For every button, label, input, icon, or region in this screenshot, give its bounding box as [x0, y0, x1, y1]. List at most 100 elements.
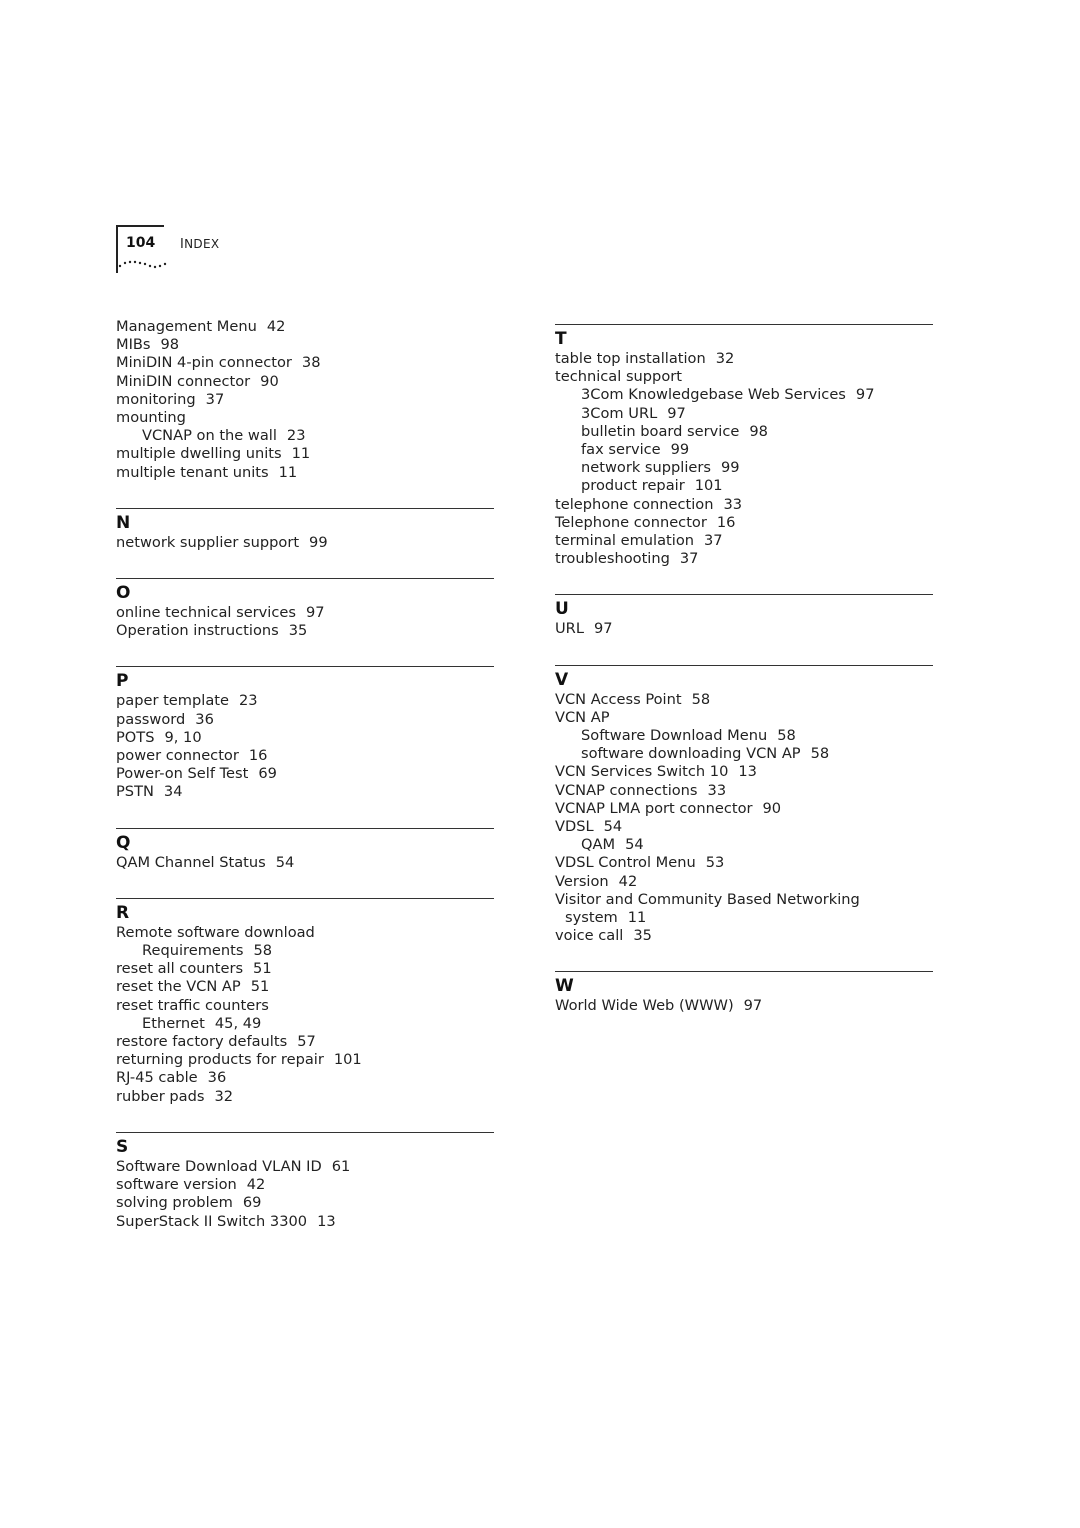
entry-page-reference[interactable]: 36 — [208, 1069, 227, 1086]
entry-page-reference[interactable]: 97 — [856, 386, 875, 403]
entry-page-reference[interactable]: 99 — [721, 459, 740, 476]
index-entry: MIBs 98 — [116, 336, 494, 354]
entry-page-reference[interactable]: 90 — [763, 800, 782, 817]
entry-page-reference[interactable]: 54 — [604, 818, 623, 835]
section-divider — [116, 507, 494, 509]
entry-page-reference[interactable]: 37 — [680, 550, 699, 567]
entry-page-reference[interactable]: 90 — [260, 373, 279, 390]
entry-page-reference[interactable]: 58 — [777, 727, 796, 744]
entry-page-reference[interactable]: 37 — [704, 532, 723, 549]
entry-term: returning products for repair — [116, 1051, 324, 1069]
entry-page-reference[interactable]: 16 — [249, 747, 268, 764]
entry-term: voice call — [555, 927, 624, 945]
entry-page-reference[interactable]: 37 — [206, 391, 225, 408]
section-letter: W — [555, 976, 574, 997]
entry-page-reference[interactable]: 54 — [276, 854, 295, 871]
entry-page-reference[interactable]: 99 — [309, 534, 328, 551]
entry-page-reference[interactable]: 99 — [671, 441, 690, 458]
entry-page-reference[interactable]: 58 — [811, 745, 830, 762]
entry-page-reference[interactable]: 32 — [716, 350, 735, 367]
index-entry: terminal emulation 37 — [555, 532, 933, 550]
index-entry: Version 42 — [555, 873, 933, 891]
entry-page-reference[interactable]: 36 — [195, 711, 214, 728]
entry-page-reference[interactable]: 101 — [695, 477, 723, 494]
entry-page-reference[interactable]: 13 — [317, 1213, 336, 1230]
entry-term: software version — [116, 1176, 237, 1194]
entry-term: World Wide Web (WWW) — [555, 997, 734, 1015]
entry-term: QAM — [581, 836, 616, 854]
index-subentry: VCNAP on the wall 23 — [116, 427, 494, 445]
index-entry: Visitor and Community Based Networking — [555, 891, 933, 909]
entry-page-reference[interactable]: 38 — [302, 354, 321, 371]
entry-page-reference[interactable]: 54 — [625, 836, 644, 853]
index-section-q: Q QAM Channel Status 54 — [116, 827, 494, 872]
index-entry: VCN Services Switch 10 13 — [555, 763, 933, 781]
entry-term: MiniDIN 4-pin connector — [116, 354, 292, 372]
section-divider — [116, 666, 494, 668]
entry-page-reference[interactable]: 98 — [749, 423, 768, 440]
entry-page-reference[interactable]: 23 — [287, 427, 306, 444]
index-entry: QAM Channel Status 54 — [116, 854, 494, 872]
entry-page-reference[interactable]: 51 — [253, 960, 272, 977]
section-divider — [116, 1131, 494, 1133]
entry-term: Management Menu — [116, 318, 257, 335]
entry-page-reference[interactable]: 57 — [297, 1033, 316, 1050]
index-entry: World Wide Web (WWW) 97 — [555, 997, 933, 1015]
entry-page-reference[interactable]: 97 — [306, 604, 325, 621]
entry-page-reference[interactable]: 9, 10 — [164, 729, 201, 746]
entry-page-reference[interactable]: 11 — [628, 909, 647, 926]
index-subentry: Requirements 58 — [116, 942, 494, 960]
entry-page-reference[interactable]: 42 — [619, 873, 638, 890]
index-entry: mounting — [116, 409, 494, 427]
index-subentry: 3Com Knowledgebase Web Services 97 — [555, 386, 933, 404]
index-entry: POTS 9, 10 — [116, 729, 494, 747]
index-subentry: Ethernet 45, 49 — [116, 1015, 494, 1033]
entry-page-reference[interactable]: 98 — [161, 336, 180, 353]
entry-page-reference[interactable]: 53 — [706, 854, 725, 871]
entry-page-reference[interactable]: 45, 49 — [215, 1015, 261, 1032]
section-letter: U — [555, 599, 569, 620]
entry-page-reference[interactable]: 69 — [243, 1194, 262, 1211]
index-entry: paper template 23 — [116, 692, 494, 710]
entry-page-reference[interactable]: 97 — [667, 405, 686, 422]
entry-term: 3Com Knowledgebase Web Services — [581, 386, 846, 404]
entry-page-reference[interactable]: 42 — [247, 1176, 266, 1193]
entry-page-reference[interactable]: 13 — [738, 763, 757, 780]
entry-page-reference[interactable]: 42 — [267, 318, 286, 335]
entry-page-reference[interactable]: 35 — [289, 622, 308, 639]
entry-page-reference[interactable]: 97 — [594, 620, 613, 637]
section-letter: T — [555, 329, 567, 349]
section-letter: Q — [116, 832, 131, 853]
index-entry: MiniDIN 4-pin connector 38 — [116, 354, 494, 372]
entry-term: password — [116, 710, 186, 728]
entry-page-reference[interactable]: 32 — [214, 1088, 233, 1105]
entry-page-reference[interactable]: 33 — [723, 496, 742, 513]
entry-term: Telephone connector — [555, 513, 707, 531]
entry-page-reference[interactable]: 11 — [292, 445, 311, 462]
entry-page-reference[interactable]: 34 — [164, 783, 183, 800]
entry-page-reference[interactable]: 61 — [332, 1158, 351, 1175]
entry-page-reference[interactable]: 16 — [717, 514, 736, 531]
entry-page-reference[interactable]: 35 — [633, 927, 652, 944]
index-entry: monitoring 37 — [116, 391, 494, 409]
entry-page-reference[interactable]: 58 — [692, 691, 711, 708]
running-title-rest: NDEX — [184, 237, 220, 251]
index-entry: VDSL 54 — [555, 818, 933, 836]
index-section-w: W World Wide Web (WWW) 97 — [555, 971, 933, 1015]
index-entry: software version 42 — [116, 1176, 494, 1194]
entry-page-reference[interactable]: 11 — [279, 464, 298, 481]
entry-term: Requirements — [142, 942, 244, 960]
entry-page-reference[interactable]: 69 — [258, 765, 277, 782]
entry-term: reset traffic counters — [116, 996, 269, 1014]
entry-page-reference[interactable]: 58 — [253, 942, 272, 959]
entry-page-reference[interactable]: 101 — [334, 1051, 362, 1068]
entry-page-reference[interactable]: 51 — [251, 978, 270, 995]
section-divider — [116, 578, 494, 580]
page-number: 104 — [126, 235, 156, 251]
entry-term: VCNAP connections — [555, 781, 698, 799]
entry-page-reference[interactable]: 97 — [744, 997, 763, 1014]
entry-term: Visitor and Community Based Networking — [555, 890, 860, 908]
entry-page-reference[interactable]: 23 — [239, 692, 258, 709]
index-entry: reset traffic counters — [116, 997, 494, 1015]
entry-page-reference[interactable]: 33 — [708, 782, 727, 799]
